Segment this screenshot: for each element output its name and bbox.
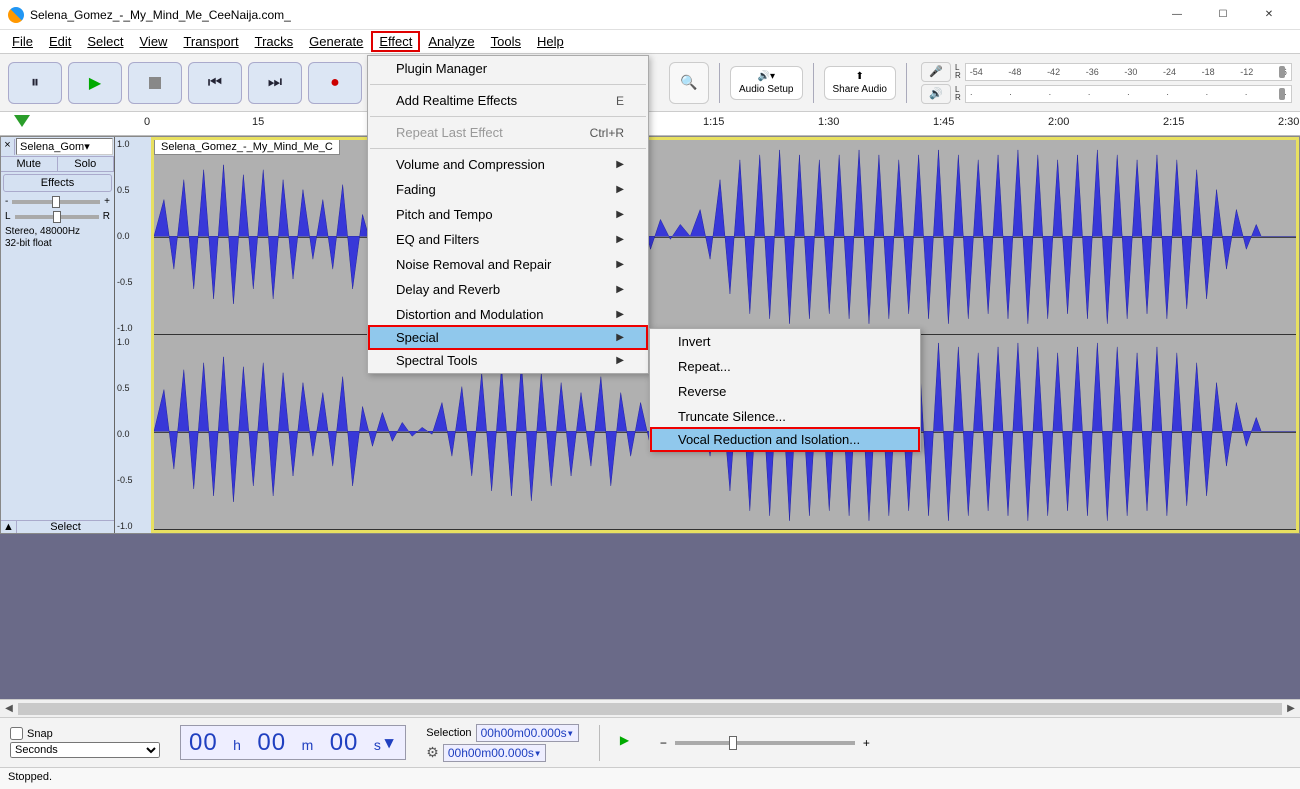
selection-label: Selection [426, 727, 471, 739]
menu-edit[interactable]: Edit [41, 31, 79, 52]
menuitem-invert[interactable]: Invert [650, 329, 920, 354]
ruler-tick: 1:30 [818, 116, 839, 128]
toolbar-separator-2 [719, 63, 720, 103]
ruler-tick: 2:30 [1278, 116, 1299, 128]
snap-checkbox[interactable]: Snap [10, 727, 160, 740]
status-bar: Stopped. [0, 767, 1300, 789]
scroll-right-button[interactable]: ▶ [1282, 703, 1300, 714]
menu-effect[interactable]: Effect [371, 31, 420, 52]
special-submenu: Invert Repeat... Reverse Truncate Silenc… [649, 328, 921, 451]
ruler-tick: 2:15 [1163, 116, 1184, 128]
play-button[interactable]: ▶ [68, 62, 122, 104]
menu-transport[interactable]: Transport [175, 31, 246, 52]
clip-label[interactable]: Selena_Gomez_-_My_Mind_Me_C [154, 139, 340, 155]
tempo-minus[interactable]: − [660, 736, 667, 750]
mic-icon[interactable]: 🎤 [921, 62, 951, 82]
track-format-info: Stereo, 48000Hz 32-bit float [1, 224, 114, 252]
menuitem-repeat-last: Repeat Last EffectCtrl+R [368, 120, 648, 145]
skip-end-button[interactable]: ⏭ [248, 62, 302, 104]
minimize-button[interactable]: ― [1154, 0, 1200, 30]
effects-button[interactable]: Effects [3, 174, 112, 192]
pan-slider[interactable]: LR [1, 209, 114, 224]
track-close-button[interactable]: × [1, 139, 15, 155]
toolbar-separator-3 [813, 63, 814, 103]
menu-tracks[interactable]: Tracks [247, 31, 302, 52]
menu-file[interactable]: File [4, 31, 41, 52]
selection-end-field[interactable]: 00h00m00.000s▾ [443, 744, 546, 762]
ruler-tick: 2:00 [1048, 116, 1069, 128]
record-button[interactable]: ● [308, 62, 362, 104]
selection-start-field[interactable]: 00h00m00.000s▾ [476, 724, 579, 742]
track-control-panel: × Selena_Gom▾ Mute Solo Effects -+ LR St… [1, 137, 115, 533]
search-icon-button[interactable]: 🔍 [669, 62, 709, 104]
time-display[interactable]: 00 h 00 m 00 s▾ [180, 725, 406, 760]
gear-icon[interactable]: ⚙ [426, 744, 439, 761]
menu-help[interactable]: Help [529, 31, 572, 52]
tempo-plus[interactable]: + [863, 736, 870, 750]
title-bar: Selena_Gomez_-_My_Mind_Me_CeeNaija.com_ … [0, 0, 1300, 30]
track-collapse-button[interactable]: ▲ [1, 521, 17, 533]
menuitem-truncate[interactable]: Truncate Silence... [650, 404, 920, 429]
stop-button[interactable] [128, 62, 182, 104]
ruler-tick: 1:45 [933, 116, 954, 128]
menuitem-special[interactable]: Special▶ [368, 325, 648, 350]
menuitem-vocal-reduction[interactable]: Vocal Reduction and Isolation... [650, 427, 920, 452]
main-toolbar: ⏸ ▶ ⏮ ⏭ ● 🔍 🔊▾ Audio Setup ⬆ Share Audio… [0, 54, 1300, 112]
ruler-tick: 15 [252, 116, 264, 128]
menuitem-distortion[interactable]: Distortion and Modulation▶ [368, 302, 648, 327]
speaker-icon: 🔊▾ [758, 71, 775, 82]
playback-meter[interactable]: ········· [965, 85, 1292, 103]
track-name-field[interactable]: Selena_Gom▾ [16, 138, 113, 155]
snap-units-select[interactable]: Seconds [10, 742, 160, 758]
menu-analyze[interactable]: Analyze [420, 31, 482, 52]
ruler-tick: 0 [144, 116, 150, 128]
meter-lr-label: LR [955, 64, 961, 80]
share-icon: ⬆ [856, 71, 864, 82]
scroll-left-button[interactable]: ◀ [0, 703, 18, 714]
menuitem-reverse[interactable]: Reverse [650, 379, 920, 404]
record-meter[interactable]: -54-48-42-36-30-24-18-12-6 [965, 63, 1292, 81]
pause-button[interactable]: ⏸ [8, 62, 62, 104]
close-button[interactable]: ✕ [1246, 0, 1292, 30]
menu-select[interactable]: Select [79, 31, 131, 52]
effect-dropdown: Plugin Manager Add Realtime EffectsE Rep… [367, 55, 649, 374]
menuitem-fading[interactable]: Fading▶ [368, 177, 648, 202]
menuitem-add-realtime[interactable]: Add Realtime EffectsE [368, 88, 648, 113]
playhead-icon[interactable] [14, 115, 30, 127]
menuitem-spectral[interactable]: Spectral Tools▶ [368, 348, 648, 373]
menu-tools[interactable]: Tools [483, 31, 529, 52]
playback-speed-slider[interactable] [675, 741, 855, 745]
menuitem-delay[interactable]: Delay and Reverb▶ [368, 277, 648, 302]
empty-track-area[interactable] [0, 534, 1300, 699]
share-audio-button[interactable]: ⬆ Share Audio [824, 66, 897, 100]
horizontal-scrollbar[interactable]: ◀ ▶ [0, 699, 1300, 717]
gain-slider[interactable]: -+ [1, 194, 114, 209]
menu-view[interactable]: View [132, 31, 176, 52]
bottom-toolbar: Snap Seconds 00 h 00 m 00 s▾ Selection 0… [0, 717, 1300, 767]
solo-button[interactable]: Solo [58, 157, 115, 171]
track-select-button[interactable]: Select [17, 521, 114, 533]
amplitude-axis: 1.00.50.0-0.5-1.0 1.00.50.0-0.5-1.0 [115, 137, 151, 533]
playback-speaker-icon[interactable]: 🔊 [921, 84, 951, 104]
mute-button[interactable]: Mute [1, 157, 58, 171]
menuitem-noise[interactable]: Noise Removal and Repair▶ [368, 252, 648, 277]
menuitem-plugin-manager[interactable]: Plugin Manager [368, 56, 648, 81]
menuitem-repeat[interactable]: Repeat... [650, 354, 920, 379]
menuitem-pitch[interactable]: Pitch and Tempo▶ [368, 202, 648, 227]
timeline-ruler[interactable]: 0 15 1:15 1:30 1:45 2:00 2:15 2:30 [0, 112, 1300, 136]
ruler-tick: 1:15 [703, 116, 724, 128]
maximize-button[interactable]: ☐ [1200, 0, 1246, 30]
audio-setup-button[interactable]: 🔊▾ Audio Setup [730, 66, 803, 100]
app-logo-icon [8, 7, 24, 23]
meter-lr-label-2: LR [955, 86, 961, 102]
skip-start-button[interactable]: ⏮ [188, 62, 242, 104]
toolbar-separator-4 [906, 63, 907, 103]
menuitem-volume[interactable]: Volume and Compression▶ [368, 152, 648, 177]
play-at-speed-button[interactable]: ▶ [620, 733, 640, 753]
menuitem-eq[interactable]: EQ and Filters▶ [368, 227, 648, 252]
window-title: Selena_Gomez_-_My_Mind_Me_CeeNaija.com_ [30, 8, 1154, 22]
menu-generate[interactable]: Generate [301, 31, 371, 52]
menu-bar: File Edit Select View Transport Tracks G… [0, 30, 1300, 54]
